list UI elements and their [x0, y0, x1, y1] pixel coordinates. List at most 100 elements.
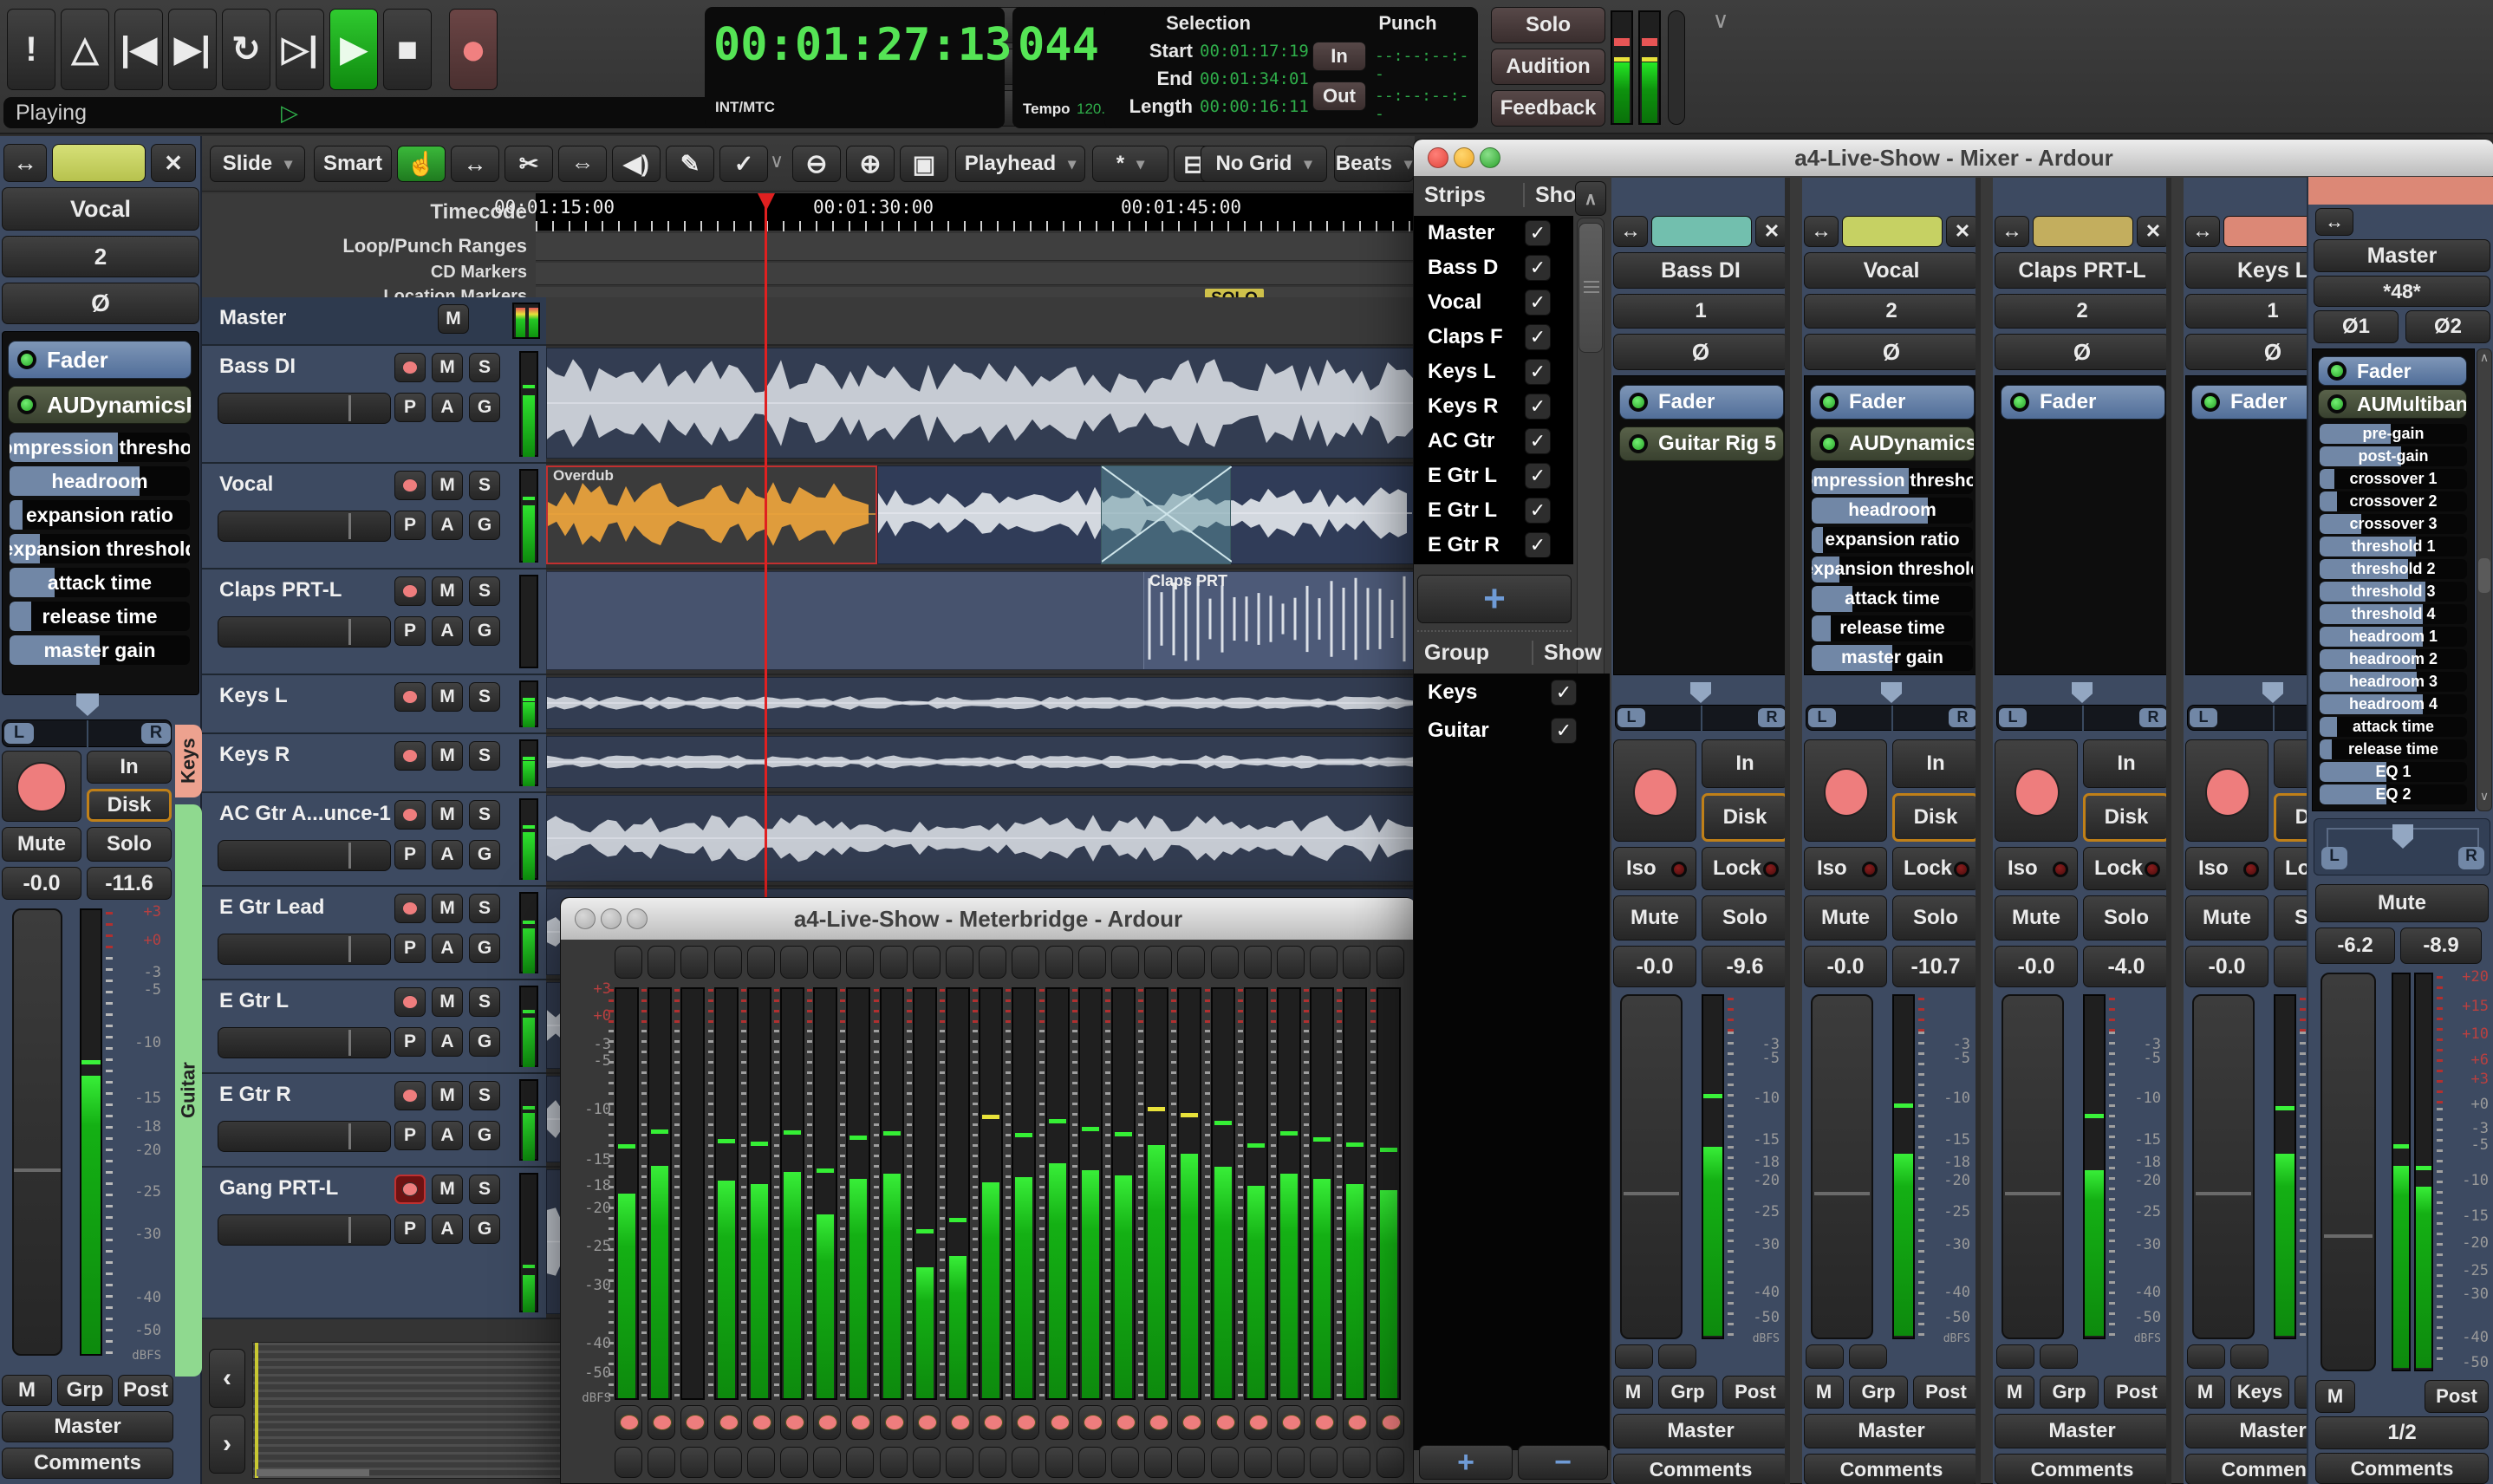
- group-list-item[interactable]: Guitar ✓: [1414, 712, 1610, 750]
- track-name[interactable]: Master: [219, 306, 445, 330]
- tool-edit-point-button[interactable]: ✓: [719, 146, 768, 182]
- mb-rec-button[interactable]: [912, 1405, 941, 1440]
- track-automation-button[interactable]: A: [432, 511, 463, 540]
- post-button[interactable]: Post: [2104, 1376, 2166, 1409]
- solo-isolate-button[interactable]: Iso: [2185, 847, 2268, 890]
- track-playlist-button[interactable]: P: [394, 1214, 426, 1244]
- post-button[interactable]: Post: [2425, 1380, 2489, 1413]
- strips-scrollbar-up[interactable]: ∧: [1575, 181, 1606, 216]
- track-canvas-Claps-PRT-L[interactable]: Claps PRT: [546, 570, 1415, 675]
- mb-rec-button[interactable]: [1111, 1405, 1139, 1440]
- tool-audition-button[interactable]: ◀): [612, 146, 661, 182]
- comments-button[interactable]: Comments: [1613, 1454, 1785, 1484]
- track-solo-button[interactable]: S: [469, 741, 500, 771]
- peak-display[interactable]: -9.6: [1702, 946, 1785, 987]
- proc-scroll-up[interactable]: ∧: [2477, 350, 2492, 371]
- strip-item-checkbox[interactable]: ✓: [1525, 463, 1551, 489]
- mb-monitor-button[interactable]: [846, 1447, 875, 1478]
- marker-dropdown[interactable]: * ▾: [1092, 146, 1168, 182]
- meter-option-button[interactable]: [1806, 1344, 1844, 1369]
- add-group-button[interactable]: +: [1419, 1445, 1513, 1480]
- mute-button[interactable]: Mute: [2, 827, 81, 862]
- audio-region[interactable]: [546, 348, 1415, 459]
- track-group-button[interactable]: G: [469, 393, 500, 422]
- mb-channel-button[interactable]: [780, 946, 808, 979]
- track-gain-slider[interactable]: [218, 1027, 391, 1058]
- zoom-button[interactable]: [1480, 147, 1500, 168]
- group-button[interactable]: Grp: [1658, 1376, 1717, 1409]
- track-group-button[interactable]: G: [469, 1121, 500, 1150]
- group-tab-keys[interactable]: Keys: [175, 725, 202, 797]
- track-solo-button[interactable]: S: [469, 682, 500, 712]
- strip-width-button[interactable]: ↔: [1995, 216, 2029, 247]
- zoom-button[interactable]: [627, 908, 648, 929]
- processor-fader[interactable]: Fader: [1810, 385, 1975, 420]
- solo-lock-button[interactable]: Lock: [2083, 847, 2166, 890]
- mb-monitor-button[interactable]: [615, 1447, 642, 1478]
- strip-color-swatch[interactable]: [52, 144, 146, 182]
- mb-rec-button[interactable]: [648, 1405, 676, 1440]
- monitor-feedback-button[interactable]: Feedback: [1491, 90, 1605, 127]
- grid-unit-dropdown[interactable]: Beats ▾: [1334, 146, 1414, 182]
- peak-display[interactable]: -4.0: [2083, 946, 2166, 987]
- plugin-control-release-time[interactable]: release time: [1812, 615, 1973, 641]
- track-playlist-button[interactable]: P: [394, 840, 426, 869]
- transport-loop-button[interactable]: ↻: [222, 9, 270, 90]
- plugin-control-crossover-3[interactable]: crossover 3: [2320, 514, 2467, 534]
- mb-channel-button[interactable]: [1111, 946, 1139, 979]
- processor-fader[interactable]: Fader: [1619, 385, 1784, 420]
- group-list-item[interactable]: Keys ✓: [1414, 674, 1610, 712]
- channel-fader[interactable]: [2002, 994, 2064, 1339]
- mute-button[interactable]: Mute: [2185, 895, 2268, 941]
- plugin-control-headroom[interactable]: headroom: [10, 466, 190, 496]
- mb-rec-button[interactable]: [1210, 1405, 1239, 1440]
- crossfade-region[interactable]: [1101, 465, 1233, 564]
- mb-rec-button[interactable]: [1310, 1405, 1338, 1440]
- strip-item-checkbox[interactable]: ✓: [1525, 255, 1551, 281]
- metering-point-button[interactable]: M: [1613, 1376, 1653, 1409]
- mb-monitor-button[interactable]: [1376, 1447, 1404, 1478]
- mb-rec-button[interactable]: [713, 1405, 742, 1440]
- track-mute-button[interactable]: M: [432, 987, 463, 1017]
- plugin-control-threshold-3[interactable]: threshold 3: [2320, 582, 2467, 602]
- strip-close-button[interactable]: ✕: [2137, 216, 2166, 247]
- channel-fader[interactable]: [2192, 994, 2255, 1339]
- gain-display[interactable]: -0.0: [1613, 946, 1696, 987]
- track-rec-button[interactable]: [394, 682, 426, 712]
- pan-left-button[interactable]: L: [4, 723, 34, 744]
- track-header-E-Gtr-R[interactable]: E Gtr RMSPAG: [202, 1074, 546, 1168]
- plugin-control-crossover-2[interactable]: crossover 2: [2320, 491, 2467, 511]
- mixer-titlebar[interactable]: a4-Live-Show - Mixer - Ardour: [1414, 140, 2493, 176]
- plugin-control-headroom[interactable]: headroom: [1812, 498, 1973, 524]
- group-tab-guitar[interactable]: Guitar: [175, 804, 202, 1377]
- mb-rec-button[interactable]: [1277, 1405, 1305, 1440]
- track-automation-button[interactable]: A: [432, 1027, 463, 1057]
- mb-rec-button[interactable]: [879, 1405, 908, 1440]
- strip-phase-button[interactable]: Ø: [2, 283, 199, 324]
- mb-rec-button[interactable]: [1144, 1405, 1173, 1440]
- plugin-control-threshold-1[interactable]: threshold 1: [2320, 537, 2467, 556]
- mb-channel-button[interactable]: [1310, 946, 1338, 979]
- strip-input-button[interactable]: 2: [2, 236, 199, 277]
- mb-monitor-button[interactable]: [1012, 1447, 1040, 1478]
- solo-button[interactable]: Solo: [1702, 895, 1785, 941]
- strip-name-button[interactable]: Vocal: [1804, 252, 1976, 289]
- track-gain-slider[interactable]: [218, 1214, 391, 1246]
- mb-monitor-button[interactable]: [713, 1447, 742, 1478]
- strips-list-item[interactable]: Claps F ✓: [1414, 320, 1573, 355]
- channel-fader[interactable]: [1620, 994, 1683, 1339]
- post-button[interactable]: Post: [118, 1375, 173, 1406]
- track-playlist-button[interactable]: P: [394, 1027, 426, 1057]
- record-enable-button[interactable]: [1804, 739, 1887, 842]
- peak-display[interactable]: -10.7: [1892, 946, 1976, 987]
- strip-item-checkbox[interactable]: ✓: [1525, 428, 1551, 454]
- punch-in-button[interactable]: In: [1312, 42, 1366, 71]
- tool-range-button[interactable]: ↔: [451, 146, 499, 182]
- plugin-control-attack-time[interactable]: attack time: [2320, 717, 2467, 737]
- mb-rec-button[interactable]: [979, 1405, 1007, 1440]
- plugin-control-headroom-1[interactable]: headroom 1: [2320, 627, 2467, 647]
- processor-plugin[interactable]: AUDynamicsPro: [1810, 426, 1975, 461]
- strip-width-button[interactable]: ↔: [2185, 216, 2220, 247]
- toolbar-chevron-icon[interactable]: ∨: [770, 150, 791, 176]
- meter-option-button[interactable]: [1615, 1344, 1653, 1369]
